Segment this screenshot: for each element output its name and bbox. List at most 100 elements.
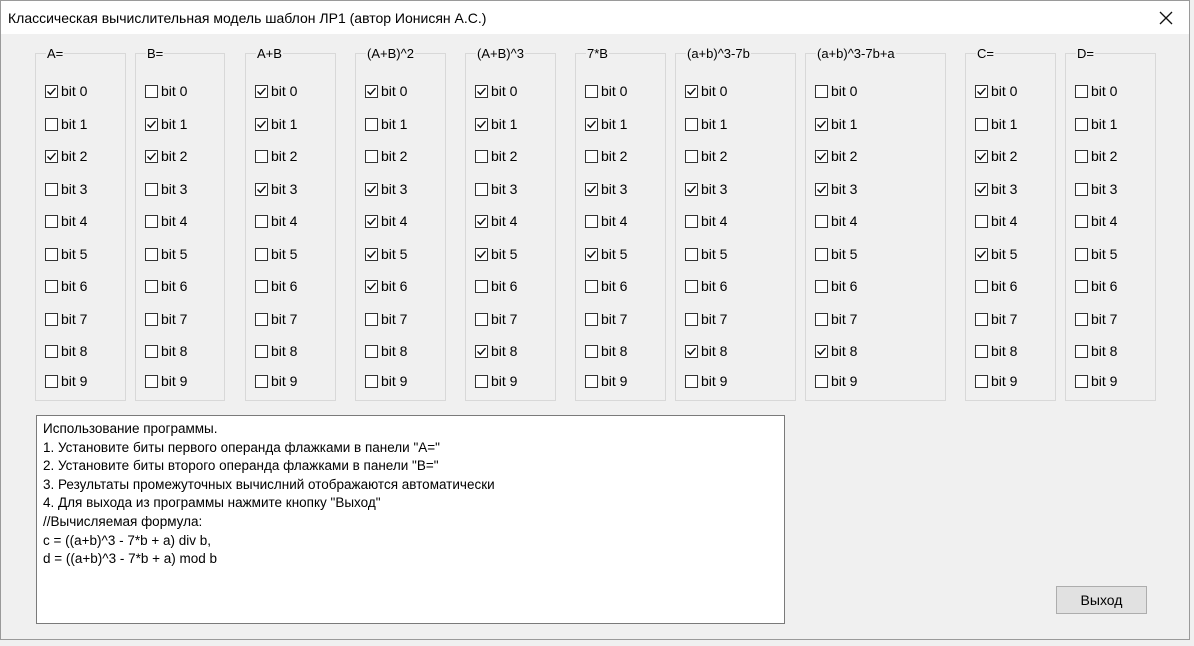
bit-checkbox[interactable]: bit 8 — [365, 342, 407, 360]
bit-checkbox[interactable]: bit 1 — [585, 115, 627, 133]
bit-checkbox[interactable]: bit 3 — [585, 180, 627, 198]
bit-checkbox[interactable]: bit 7 — [1075, 310, 1117, 328]
bit-checkbox[interactable]: bit 5 — [475, 245, 517, 263]
bit-checkbox[interactable]: bit 2 — [255, 147, 297, 165]
bit-checkbox[interactable]: bit 7 — [585, 310, 627, 328]
bit-checkbox[interactable]: bit 9 — [145, 372, 187, 390]
bit-checkbox[interactable]: bit 0 — [255, 82, 297, 100]
checkbox-box[interactable] — [475, 149, 488, 163]
checkbox-box[interactable] — [45, 344, 58, 358]
checkbox-box[interactable] — [1075, 374, 1088, 388]
checkbox-box[interactable] — [255, 344, 268, 358]
checkbox-box[interactable] — [475, 117, 488, 131]
checkbox-box[interactable] — [585, 117, 598, 131]
bit-checkbox[interactable]: bit 7 — [255, 310, 297, 328]
bit-checkbox[interactable]: bit 3 — [365, 180, 407, 198]
bit-checkbox[interactable]: bit 7 — [145, 310, 187, 328]
checkbox-box[interactable] — [45, 279, 58, 293]
checkbox-box[interactable] — [585, 182, 598, 196]
checkbox-box[interactable] — [815, 279, 828, 293]
bit-checkbox[interactable]: bit 9 — [45, 372, 87, 390]
bit-checkbox[interactable]: bit 7 — [975, 310, 1017, 328]
checkbox-box[interactable] — [815, 182, 828, 196]
bit-checkbox[interactable]: bit 4 — [975, 212, 1017, 230]
checkbox-box[interactable] — [685, 149, 698, 163]
checkbox-box[interactable] — [475, 247, 488, 261]
checkbox-box[interactable] — [1075, 117, 1088, 131]
checkbox-box[interactable] — [585, 279, 598, 293]
checkbox-box[interactable] — [145, 117, 158, 131]
checkbox-box[interactable] — [475, 374, 488, 388]
bit-checkbox[interactable]: bit 5 — [975, 245, 1017, 263]
checkbox-box[interactable] — [685, 312, 698, 326]
bit-checkbox[interactable]: bit 4 — [585, 212, 627, 230]
checkbox-box[interactable] — [475, 312, 488, 326]
checkbox-box[interactable] — [815, 149, 828, 163]
bit-checkbox[interactable]: bit 0 — [365, 82, 407, 100]
checkbox-box[interactable] — [685, 84, 698, 98]
bit-checkbox[interactable]: bit 0 — [475, 82, 517, 100]
checkbox-box[interactable] — [1075, 149, 1088, 163]
bit-checkbox[interactable]: bit 8 — [685, 342, 727, 360]
bit-checkbox[interactable]: bit 5 — [365, 245, 407, 263]
checkbox-box[interactable] — [1075, 344, 1088, 358]
checkbox-box[interactable] — [975, 312, 988, 326]
bit-checkbox[interactable]: bit 6 — [815, 277, 857, 295]
checkbox-box[interactable] — [255, 84, 268, 98]
bit-checkbox[interactable]: bit 1 — [685, 115, 727, 133]
bit-checkbox[interactable]: bit 8 — [1075, 342, 1117, 360]
bit-checkbox[interactable]: bit 9 — [475, 372, 517, 390]
checkbox-box[interactable] — [975, 149, 988, 163]
bit-checkbox[interactable]: bit 0 — [975, 82, 1017, 100]
checkbox-box[interactable] — [365, 84, 378, 98]
bit-checkbox[interactable]: bit 6 — [685, 277, 727, 295]
bit-checkbox[interactable]: bit 3 — [45, 180, 87, 198]
checkbox-box[interactable] — [255, 214, 268, 228]
checkbox-box[interactable] — [975, 247, 988, 261]
bit-checkbox[interactable]: bit 1 — [815, 115, 857, 133]
bit-checkbox[interactable]: bit 4 — [365, 212, 407, 230]
checkbox-box[interactable] — [475, 84, 488, 98]
bit-checkbox[interactable]: bit 9 — [815, 372, 857, 390]
bit-checkbox[interactable]: bit 4 — [145, 212, 187, 230]
checkbox-box[interactable] — [685, 214, 698, 228]
bit-checkbox[interactable]: bit 1 — [145, 115, 187, 133]
checkbox-box[interactable] — [1075, 214, 1088, 228]
bit-checkbox[interactable]: bit 2 — [975, 147, 1017, 165]
checkbox-box[interactable] — [365, 214, 378, 228]
bit-checkbox[interactable]: bit 2 — [365, 147, 407, 165]
bit-checkbox[interactable]: bit 2 — [475, 147, 517, 165]
bit-checkbox[interactable]: bit 2 — [45, 147, 87, 165]
bit-checkbox[interactable]: bit 4 — [255, 212, 297, 230]
bit-checkbox[interactable]: bit 7 — [45, 310, 87, 328]
bit-checkbox[interactable]: bit 8 — [255, 342, 297, 360]
bit-checkbox[interactable]: bit 6 — [975, 277, 1017, 295]
bit-checkbox[interactable]: bit 7 — [815, 310, 857, 328]
checkbox-box[interactable] — [145, 149, 158, 163]
checkbox-box[interactable] — [255, 182, 268, 196]
bit-checkbox[interactable]: bit 5 — [145, 245, 187, 263]
checkbox-box[interactable] — [365, 279, 378, 293]
checkbox-box[interactable] — [975, 279, 988, 293]
bit-checkbox[interactable]: bit 8 — [145, 342, 187, 360]
bit-checkbox[interactable]: bit 4 — [685, 212, 727, 230]
checkbox-box[interactable] — [145, 214, 158, 228]
bit-checkbox[interactable]: bit 4 — [815, 212, 857, 230]
bit-checkbox[interactable]: bit 0 — [585, 82, 627, 100]
bit-checkbox[interactable]: bit 6 — [255, 277, 297, 295]
checkbox-box[interactable] — [685, 247, 698, 261]
checkbox-box[interactable] — [585, 247, 598, 261]
checkbox-box[interactable] — [45, 84, 58, 98]
checkbox-box[interactable] — [1075, 279, 1088, 293]
bit-checkbox[interactable]: bit 1 — [1075, 115, 1117, 133]
help-textbox[interactable]: Использование программы. 1. Установите б… — [36, 415, 785, 624]
checkbox-box[interactable] — [365, 344, 378, 358]
checkbox-box[interactable] — [475, 279, 488, 293]
bit-checkbox[interactable]: bit 3 — [475, 180, 517, 198]
checkbox-box[interactable] — [815, 312, 828, 326]
bit-checkbox[interactable]: bit 6 — [365, 277, 407, 295]
bit-checkbox[interactable]: bit 1 — [975, 115, 1017, 133]
bit-checkbox[interactable]: bit 8 — [975, 342, 1017, 360]
bit-checkbox[interactable]: bit 5 — [255, 245, 297, 263]
bit-checkbox[interactable]: bit 3 — [815, 180, 857, 198]
